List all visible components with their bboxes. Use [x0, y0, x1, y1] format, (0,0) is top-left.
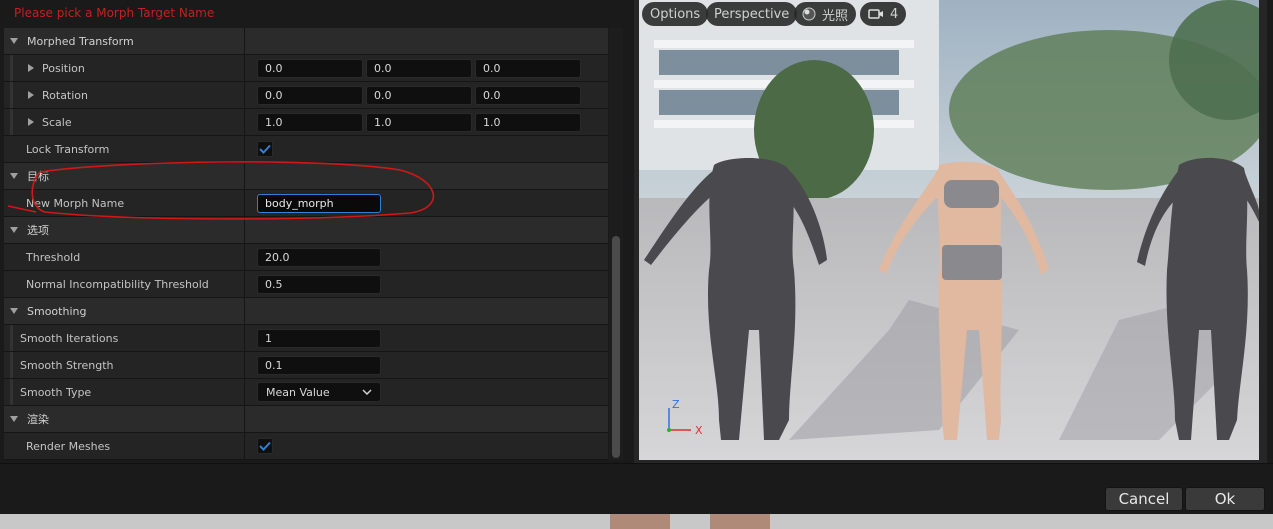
axis-x-label: X	[695, 424, 703, 437]
perspective-label: Perspective	[714, 6, 790, 22]
viewport-options-button[interactable]: Options	[642, 2, 709, 26]
axis-z-label: Z	[672, 398, 680, 411]
morph-target-dialog: Please pick a Morph Target Name Morphed …	[0, 0, 1273, 529]
viewport-scene[interactable]: Z X	[639, 0, 1259, 460]
background-strip	[0, 514, 1273, 529]
lighting-button[interactable]: 光照	[794, 2, 857, 26]
scene-render	[639, 0, 1259, 460]
background-image	[610, 514, 770, 529]
lighting-label: 光照	[822, 8, 849, 24]
perspective-button[interactable]: Perspective	[706, 2, 798, 26]
camera-speed-button[interactable]: 4	[860, 2, 907, 26]
camera-icon	[868, 9, 883, 19]
camera-speed-value: 4	[890, 6, 899, 22]
ok-button[interactable]: Ok	[1185, 487, 1265, 511]
annotation-scribble	[7, 161, 435, 220]
dialog-footer: Cancel Ok	[0, 463, 1273, 514]
lit-sphere-icon	[802, 7, 816, 21]
details-panel: Please pick a Morph Target Name Morphed …	[0, 0, 626, 463]
preview-viewport[interactable]: Z X Options Perspective 光照 4	[634, 0, 1267, 463]
cancel-button[interactable]: Cancel	[1105, 487, 1183, 511]
options-label: Options	[650, 6, 701, 22]
